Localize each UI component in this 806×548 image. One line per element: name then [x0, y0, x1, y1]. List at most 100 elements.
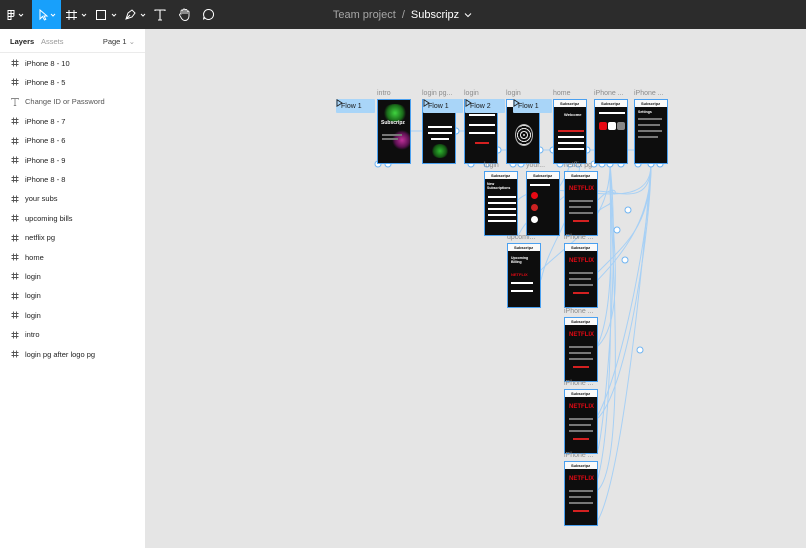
- frame-label[interactable]: iPhone ...: [634, 90, 664, 97]
- page-selector[interactable]: Page 1 ⌄: [103, 37, 135, 46]
- layer-item[interactable]: your subs: [0, 189, 145, 208]
- text-line: [573, 510, 589, 512]
- fingerprint-icon: [515, 124, 533, 146]
- screen-frame[interactable]: Subscripz Settings: [634, 99, 668, 164]
- screen-frame[interactable]: Subscripz Welcome: [553, 99, 587, 164]
- figma-menu-button[interactable]: [0, 0, 32, 29]
- frame-label[interactable]: iPhone ...: [564, 452, 594, 459]
- frame-label[interactable]: iPhone ...: [564, 308, 594, 315]
- top-toolbar: Team project / Subscripz: [0, 0, 806, 29]
- screen-frame[interactable]: Subscripz NETFLIX: [564, 317, 598, 382]
- screen-text: Upcoming Billing: [511, 256, 529, 264]
- flow-starting-point[interactable]: Flow 1: [513, 99, 552, 113]
- frame-header: Subscripz: [565, 390, 597, 397]
- netflix-icon: [599, 122, 607, 130]
- layer-item[interactable]: login: [0, 267, 145, 286]
- tab-layers[interactable]: Layers: [10, 37, 34, 46]
- screen-frame[interactable]: Subscripz: [594, 99, 628, 164]
- frame-icon: [11, 117, 19, 125]
- netflix-logo: NETFLIX: [569, 404, 594, 410]
- frame-label[interactable]: home: [553, 90, 571, 97]
- text-line: [488, 208, 516, 210]
- screen-frame[interactable]: Subscripz NETFLIX: [564, 243, 598, 308]
- layer-item[interactable]: iPhone 8 - 6: [0, 131, 145, 150]
- frame-tool-icon: [66, 9, 87, 20]
- connection-node[interactable]: [621, 256, 629, 264]
- layer-item[interactable]: home: [0, 248, 145, 267]
- layer-item[interactable]: netflix pg: [0, 228, 145, 247]
- layer-item-label: iPhone 8 - 8: [25, 174, 66, 184]
- connection-node[interactable]: [624, 206, 632, 214]
- frame-icon: [11, 292, 19, 300]
- layer-item[interactable]: Change ID or Password: [0, 92, 145, 111]
- frame-label[interactable]: iPhone ...: [594, 90, 624, 97]
- frame-icon: [11, 350, 19, 358]
- file-name[interactable]: Subscripz: [411, 9, 459, 21]
- layer-item-label: your subs: [25, 194, 58, 204]
- layer-item-label: Change ID or Password: [25, 97, 105, 107]
- layer-item[interactable]: intro: [0, 325, 145, 344]
- comment-tool-button[interactable]: [200, 0, 216, 29]
- frame-label[interactable]: login: [464, 90, 479, 97]
- pen-tool-button[interactable]: [122, 0, 150, 29]
- connection-node[interactable]: [636, 346, 644, 354]
- text-line: [638, 130, 662, 132]
- text-tool-icon: [154, 8, 166, 21]
- layer-item[interactable]: iPhone 8 - 10: [0, 54, 145, 73]
- flow-starting-point[interactable]: Flow 2: [465, 99, 505, 113]
- frame-header: Subscripz: [595, 100, 627, 107]
- netflix-icon: [531, 192, 538, 199]
- move-tool-button[interactable]: [32, 0, 61, 29]
- screen-text: Subscripz: [381, 120, 405, 126]
- frame-label[interactable]: intro: [377, 90, 391, 97]
- frame-label[interactable]: upcomi...: [507, 234, 535, 241]
- frame-label[interactable]: iPhone ...: [564, 380, 594, 387]
- screen-frame[interactable]: Subscripz Upcoming Billing NETFLIX: [507, 243, 541, 308]
- screen-frame[interactable]: Subscripz New Subscriptions: [484, 171, 518, 236]
- frame-label[interactable]: iPhone ...: [564, 234, 594, 241]
- layer-item[interactable]: login: [0, 286, 145, 305]
- layer-item[interactable]: iPhone 8 - 5: [0, 73, 145, 92]
- flow-label: Flow 1: [428, 102, 449, 110]
- screen-frame[interactable]: Subscripz: [377, 99, 411, 164]
- shape-tool-button[interactable]: [93, 0, 121, 29]
- frame-label[interactable]: login pg...: [422, 90, 452, 97]
- layer-item[interactable]: login pg after logo pg: [0, 345, 145, 364]
- layer-item[interactable]: iPhone 8 - 9: [0, 151, 145, 170]
- screen-frame[interactable]: Subscripz NETFLIX: [564, 171, 598, 236]
- flow-label: Flow 1: [341, 102, 362, 110]
- screen-frame[interactable]: Subscripz: [526, 171, 560, 236]
- flow-starting-point[interactable]: Flow 1: [423, 99, 463, 113]
- layer-item[interactable]: iPhone 8 - 8: [0, 170, 145, 189]
- connection-line[interactable]: [597, 163, 652, 419]
- text-line: [569, 212, 593, 214]
- layer-item[interactable]: iPhone 8 - 7: [0, 112, 145, 131]
- frame-icon: [11, 234, 19, 242]
- connection-line[interactable]: [597, 163, 652, 521]
- team-name-link[interactable]: Team project: [333, 9, 396, 21]
- connection-node[interactable]: [613, 226, 621, 234]
- text-line: [573, 438, 589, 440]
- screen-frame[interactable]: Subscripz NETFLIX: [564, 461, 598, 526]
- flow-starting-point[interactable]: Flow 1: [336, 99, 375, 113]
- frame-label[interactable]: login: [484, 162, 499, 169]
- frame-label[interactable]: netflix pg: [564, 162, 592, 169]
- frame-tool-button[interactable]: [63, 0, 91, 29]
- hand-tool-button[interactable]: [176, 0, 192, 29]
- layer-item[interactable]: login: [0, 306, 145, 325]
- tab-assets[interactable]: Assets: [41, 37, 64, 46]
- frame-header: Subscripz: [635, 100, 667, 107]
- layer-item[interactable]: upcoming bills: [0, 209, 145, 228]
- layer-item-label: login pg after logo pg: [25, 349, 96, 359]
- chevron-down-icon[interactable]: [463, 11, 473, 19]
- frame-icon: [11, 156, 19, 164]
- frame-label[interactable]: login: [506, 90, 521, 97]
- screen-frame[interactable]: Subscripz NETFLIX: [564, 389, 598, 454]
- frame-icon: [11, 137, 19, 145]
- amazon-icon: [608, 122, 616, 130]
- screen-text: Welcome: [564, 112, 582, 117]
- design-canvas[interactable]: intro Subscripz login pg... Subscripz login S…: [146, 29, 806, 548]
- text-tool-button[interactable]: [152, 0, 168, 29]
- frame-label[interactable]: your...: [526, 162, 545, 169]
- layer-item-label: iPhone 8 - 6: [25, 136, 66, 146]
